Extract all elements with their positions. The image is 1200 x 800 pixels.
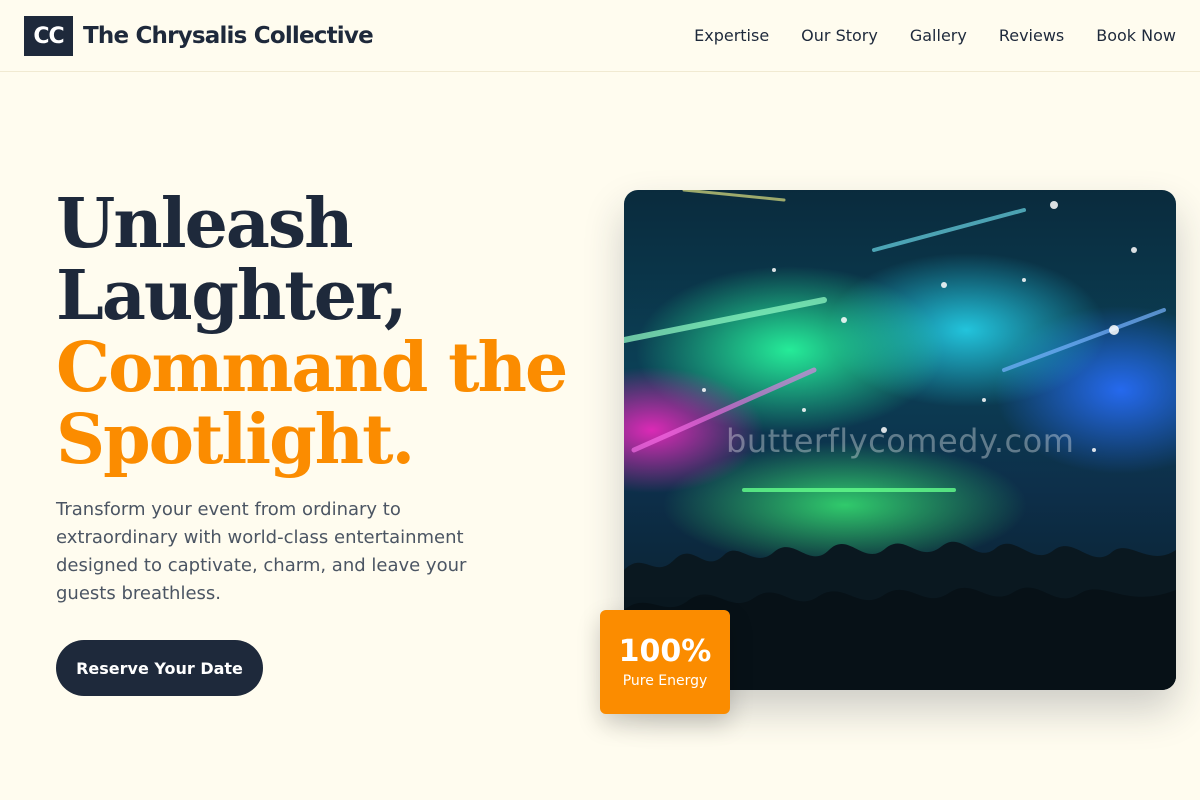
logo[interactable]: CC xyxy=(24,16,73,56)
main-nav: Expertise Our Story Gallery Reviews Book… xyxy=(694,26,1176,45)
headline-line-4: Spotlight. xyxy=(56,400,415,480)
reserve-date-button[interactable]: Reserve Your Date xyxy=(56,640,263,696)
nav-link-our-story[interactable]: Our Story xyxy=(801,26,878,45)
headline-line-2: Laughter, xyxy=(56,256,408,336)
nav-link-expertise[interactable]: Expertise xyxy=(694,26,769,45)
headline-line-3: Command the xyxy=(56,328,568,408)
brand-name[interactable]: The Chrysalis Collective xyxy=(83,23,374,49)
energy-badge: 100% Pure Energy xyxy=(600,610,730,714)
nav-link-gallery[interactable]: Gallery xyxy=(910,26,967,45)
hero-lead-text: Transform your event from ordinary to ex… xyxy=(56,499,467,604)
nav-link-reviews[interactable]: Reviews xyxy=(999,26,1064,45)
nav-link-book-now[interactable]: Book Now xyxy=(1096,26,1176,45)
badge-value: 100% xyxy=(618,634,712,669)
watermark: butterflycomedy.com xyxy=(726,422,1075,460)
headline-line-1: Unleash xyxy=(56,184,354,264)
badge-label: Pure Energy xyxy=(622,673,708,689)
hero-headline: Unleash Laughter, Command the Spotlight. xyxy=(56,184,568,480)
site-header: CC The Chrysalis Collective Expertise Ou… xyxy=(0,0,1200,72)
brand[interactable]: CC The Chrysalis Collective xyxy=(24,16,374,56)
